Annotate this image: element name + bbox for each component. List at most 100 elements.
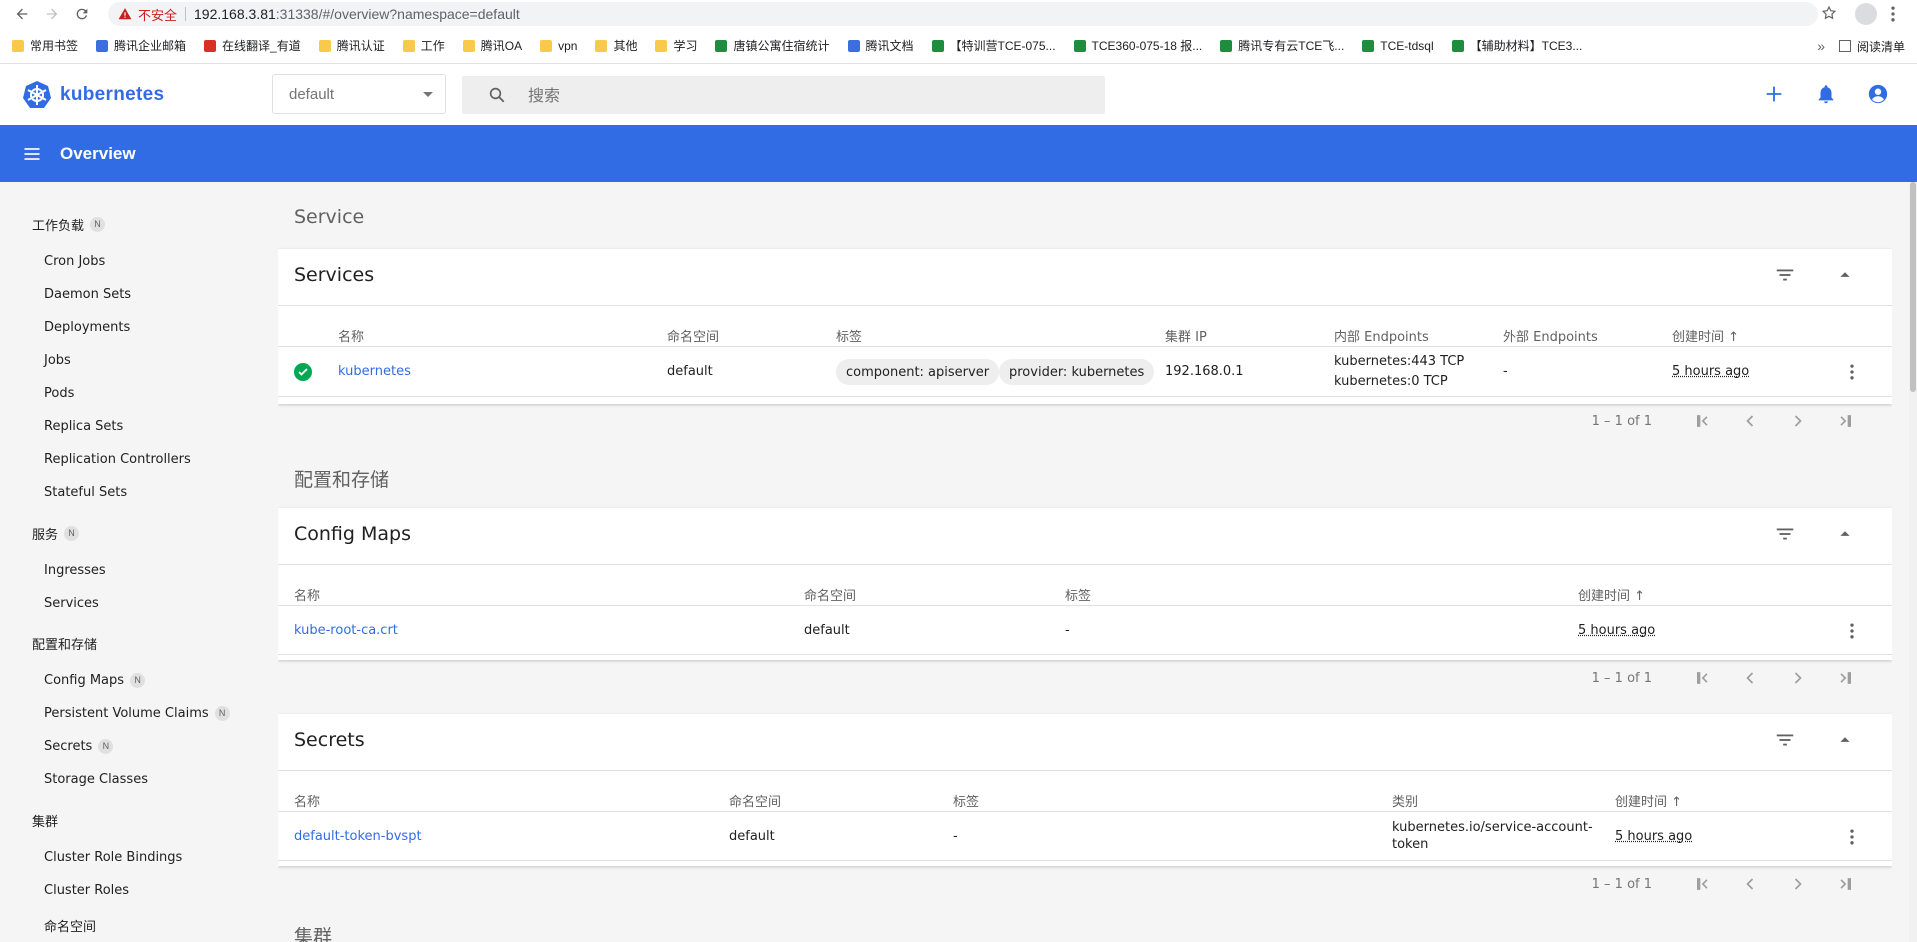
logo-text: kubernetes <box>60 84 165 105</box>
chevron-right-icon[interactable] <box>1788 874 1808 894</box>
more-vert-icon[interactable] <box>1842 621 1862 641</box>
sidebar-item-replica-sets[interactable]: Replica Sets <box>44 419 123 434</box>
sidebar-item-namespaces[interactable]: 命名空间 <box>44 916 96 935</box>
sidebar-category-cluster[interactable]: 集群 <box>32 811 58 830</box>
column-header-name[interactable]: 名称 <box>294 791 320 810</box>
namespaced-badge: N <box>130 673 146 688</box>
sheet-icon <box>1220 39 1233 52</box>
bookmark-item[interactable]: 常用书签 <box>12 37 78 54</box>
page-scrollbar[interactable] <box>1909 182 1917 942</box>
first-page-icon[interactable] <box>1692 668 1712 688</box>
chevron-left-icon[interactable] <box>1740 411 1760 431</box>
chevron-left-icon[interactable] <box>1740 874 1760 894</box>
first-page-icon[interactable] <box>1692 411 1712 431</box>
expand-less-icon[interactable] <box>1834 523 1856 545</box>
bookmark-item[interactable]: 腾讯文档 <box>847 37 914 54</box>
add-icon[interactable] <box>1763 83 1785 105</box>
filter-icon[interactable] <box>1774 729 1796 751</box>
sidebar-item-ingresses[interactable]: Ingresses <box>44 563 106 578</box>
column-header-name[interactable]: 名称 <box>294 585 320 604</box>
search-input[interactable] <box>528 85 928 105</box>
service-name-link[interactable]: kubernetes <box>338 364 411 379</box>
sidebar-category-services[interactable]: 服务 N <box>32 524 80 543</box>
first-page-icon[interactable] <box>1692 874 1712 894</box>
sidebar-item-secrets[interactable]: Secrets N <box>44 739 114 754</box>
bookmark-item[interactable]: 在线翻译_有道 <box>204 37 301 54</box>
config-map-name-link[interactable]: kube-root-ca.crt <box>294 623 398 638</box>
chevron-left-icon[interactable] <box>1740 668 1760 688</box>
bookmark-item[interactable]: 腾讯认证 <box>318 37 385 54</box>
chevron-right-icon[interactable] <box>1788 668 1808 688</box>
arrow-up-icon: ↑ <box>1728 330 1740 345</box>
bookmark-item[interactable]: 腾讯企业邮箱 <box>96 37 186 54</box>
sidebar-item-pods[interactable]: Pods <box>44 386 74 401</box>
main-content: Service Services 名称 命名空间 标签 集群 IP 内部 End… <box>278 182 1892 942</box>
last-page-icon[interactable] <box>1836 874 1856 894</box>
bookmark-item[interactable]: 唐镇公寓住宿统计 <box>715 37 830 54</box>
bookmark-item[interactable]: 其他 <box>595 37 637 54</box>
chevron-right-icon[interactable] <box>1788 411 1808 431</box>
sidebar-item-config-maps[interactable]: Config Maps N <box>44 673 146 688</box>
sidebar-item-storage-classes[interactable]: Storage Classes <box>44 772 148 787</box>
sidebar-item-daemon-sets[interactable]: Daemon Sets <box>44 287 131 302</box>
sidebar-category-workloads[interactable]: 工作负载 N <box>32 215 106 234</box>
last-page-icon[interactable] <box>1836 668 1856 688</box>
secret-type-cont: token <box>1392 837 1429 852</box>
last-page-icon[interactable] <box>1836 411 1856 431</box>
column-header-created[interactable]: 创建时间 ↑ <box>1672 326 1739 345</box>
scrollbar-thumb[interactable] <box>1910 182 1916 392</box>
more-vert-icon[interactable] <box>1842 827 1862 847</box>
menu-icon[interactable] <box>22 144 42 164</box>
bookmark-item[interactable]: vpn <box>540 39 577 53</box>
bookmark-item[interactable]: 学习 <box>655 37 697 54</box>
sidebar-category-config-storage[interactable]: 配置和存储 <box>32 634 97 653</box>
sidebar-item-deployments[interactable]: Deployments <box>44 320 130 335</box>
bookmarks-bar: 常用书签 腾讯企业邮箱 在线翻译_有道 腾讯认证 工作 腾讯OA vpn 其他 学习 唐镇公寓住宿… <box>0 28 1917 64</box>
bookmark-star-icon[interactable] <box>1821 5 1837 21</box>
expand-less-icon[interactable] <box>1834 264 1856 286</box>
profile-avatar-icon[interactable] <box>1855 3 1877 25</box>
browser-address-bar: 不安全 192.168.3.81:31338/#/overview?namesp… <box>0 0 1917 28</box>
forward-icon[interactable] <box>40 2 64 26</box>
secret-name-link[interactable]: default-token-bvspt <box>294 829 422 844</box>
reload-icon[interactable] <box>70 2 94 26</box>
search-bar[interactable] <box>462 76 1105 114</box>
folder-icon <box>12 39 24 52</box>
sidebar-item-stateful-sets[interactable]: Stateful Sets <box>44 485 127 500</box>
bookmark-item[interactable]: 腾讯专有云TCE飞... <box>1220 37 1344 54</box>
url-field[interactable]: 不安全 192.168.3.81:31338/#/overview?namesp… <box>108 2 1818 26</box>
bookmarks-overflow-icon[interactable]: » <box>1817 38 1825 54</box>
sidebar-item-cluster-role-bindings[interactable]: Cluster Role Bindings <box>44 850 182 865</box>
cluster-ip-cell: 192.168.0.1 <box>1165 364 1244 379</box>
filter-icon[interactable] <box>1774 264 1796 286</box>
notifications-bell-icon[interactable] <box>1815 83 1837 105</box>
sidebar-item-cron-jobs[interactable]: Cron Jobs <box>44 254 105 269</box>
back-icon[interactable] <box>10 2 34 26</box>
bookmark-item[interactable]: 腾讯OA <box>462 37 522 54</box>
kubernetes-logo[interactable]: kubernetes <box>22 80 164 110</box>
column-header-name[interactable]: 名称 <box>338 326 364 345</box>
bookmark-item[interactable]: 工作 <box>402 37 445 54</box>
column-header-type: 类别 <box>1392 795 1419 810</box>
bookmark-item[interactable]: 【辅助材料】TCE3... <box>1451 37 1582 54</box>
column-header-created[interactable]: 创建时间 ↑ <box>1578 585 1645 604</box>
bookmark-item[interactable]: TCE-tdsql <box>1362 39 1434 53</box>
bookmark-item[interactable]: 【特训营TCE-075... <box>931 37 1056 54</box>
pagination-range: 1 – 1 of 1 <box>1591 413 1652 429</box>
namespace-select[interactable]: default <box>272 74 446 114</box>
sidebar-item-services[interactable]: Services <box>44 596 99 611</box>
sidebar-item-jobs[interactable]: Jobs <box>44 353 71 368</box>
expand-less-icon[interactable] <box>1834 729 1856 751</box>
bookmark-item[interactable]: TCE360-075-18 报... <box>1073 37 1202 54</box>
divider <box>278 305 1892 306</box>
column-header-created[interactable]: 创建时间 ↑ <box>1615 791 1682 810</box>
reading-list-button[interactable]: 阅读清单 <box>1857 38 1905 55</box>
browser-menu-icon[interactable] <box>1883 4 1903 24</box>
sidebar-item-replication-controllers[interactable]: Replication Controllers <box>44 452 191 467</box>
sidebar-item-cluster-roles[interactable]: Cluster Roles <box>44 883 129 898</box>
column-header-external-endpoints: 外部 Endpoints <box>1503 330 1598 345</box>
filter-icon[interactable] <box>1774 523 1796 545</box>
sidebar-item-persistent-volume-claims[interactable]: Persistent Volume Claims N <box>44 706 230 721</box>
account-circle-icon[interactable] <box>1867 83 1889 105</box>
more-vert-icon[interactable] <box>1842 362 1862 382</box>
